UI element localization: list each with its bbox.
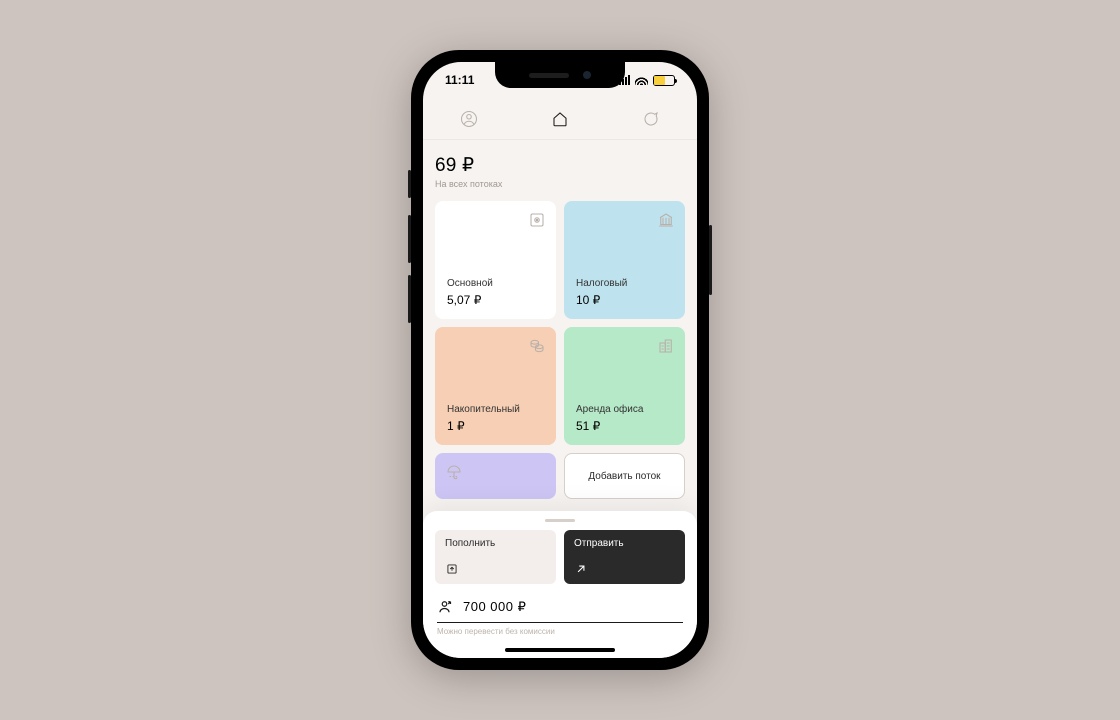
deposit-button[interactable]: Пополнить [435,530,556,584]
nav-chat[interactable] [621,110,681,128]
screen: 11:11 69 ₽ На всех потоках [423,62,697,658]
add-stream-button[interactable]: Добавить поток [564,453,685,499]
stream-name: Налоговый [576,278,673,289]
wifi-icon [635,75,648,85]
nav-profile[interactable] [439,110,499,128]
bottom-sheet: Пополнить Отправить 700 000 ₽ Можно пере… [423,511,697,658]
top-nav [423,98,697,140]
nav-home[interactable] [530,110,590,128]
chat-icon [642,110,660,128]
stream-name: Аренда офиса [576,404,673,415]
limit-subtitle: Можно перевести без комиссии [437,627,683,636]
arrow-icon [574,562,588,576]
power-button [709,225,712,295]
stream-card[interactable]: Налоговый 10 ₽ [564,201,685,319]
building-icon [657,337,675,355]
stream-name: Основной [447,278,544,289]
stream-amount: 1 ₽ [447,419,544,433]
send-label: Отправить [574,538,675,549]
deposit-icon [445,562,459,576]
add-stream-label: Добавить поток [588,471,660,482]
drag-handle[interactable] [545,519,575,522]
limit-amount: 700 000 ₽ [463,599,526,615]
balance-subtitle: На всех потоках [435,179,685,189]
stream-card[interactable] [435,453,556,499]
stream-card[interactable]: Накопительный 1 ₽ [435,327,556,445]
coins-icon [528,337,546,355]
volume-up [408,215,411,263]
home-indicator[interactable] [505,648,615,652]
limit-progress [437,622,683,623]
volume-down [408,275,411,323]
safe-icon [528,211,546,229]
user-icon [460,110,478,128]
bank-icon [657,211,675,229]
balance-total: 69 ₽ [435,154,685,177]
phone-frame: 11:11 69 ₽ На всех потоках [411,50,709,670]
stream-name: Накопительный [447,404,544,415]
battery-icon [653,75,675,86]
notch [495,62,625,88]
deposit-label: Пополнить [445,538,546,549]
mute-switch [408,170,411,198]
stream-grid: Основной 5,07 ₽ Налоговый 10 ₽ Накопител… [435,201,685,499]
status-time: 11:11 [445,73,474,87]
stream-amount: 10 ₽ [576,293,673,307]
send-button[interactable]: Отправить [564,530,685,584]
stream-card[interactable]: Аренда офиса 51 ₽ [564,327,685,445]
stream-amount: 51 ₽ [576,419,673,433]
stream-amount: 5,07 ₽ [447,293,544,307]
person-transfer-icon [437,598,455,616]
home-icon [551,110,569,128]
transfer-limit[interactable]: 700 000 ₽ Можно перевести без комиссии [435,598,685,636]
stream-card[interactable]: Основной 5,07 ₽ [435,201,556,319]
umbrella-icon [445,463,463,481]
